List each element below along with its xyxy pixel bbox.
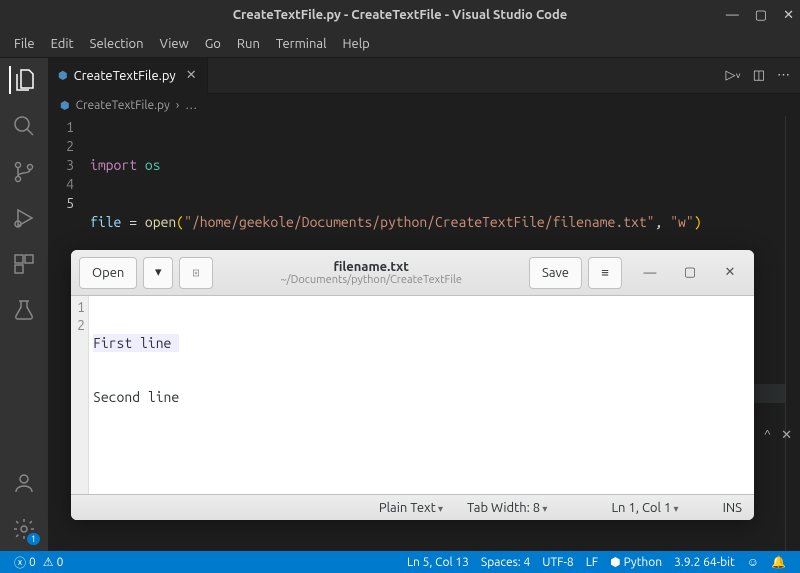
status-encoding[interactable]: UTF-8 — [536, 556, 579, 569]
gedit-text-view[interactable]: 1 2 First line Second line — [71, 296, 754, 494]
breadcrumb-file[interactable]: CreateTextFile.py — [76, 99, 170, 112]
warning-icon: ⚠ — [43, 555, 54, 569]
breadcrumb-more[interactable]: … — [185, 99, 197, 112]
gedit-maximize-button[interactable]: ▢ — [674, 259, 706, 287]
window-titlebar: CreateTextFile.py - CreateTextFile - Vis… — [0, 0, 800, 30]
gedit-line: First line — [93, 334, 179, 352]
menu-run[interactable]: Run — [229, 33, 268, 55]
status-errors[interactable]: ⓧ0 ⚠0 — [8, 554, 69, 571]
activity-settings[interactable]: 1 — [10, 515, 38, 543]
line-number: 1 — [48, 118, 74, 137]
gedit-save-button[interactable]: Save — [529, 257, 582, 289]
editor-actions: ▷˅ ◫ ⋯ — [725, 68, 800, 83]
menu-terminal[interactable]: Terminal — [268, 33, 335, 55]
gedit-gutter: 1 2 — [71, 296, 89, 494]
play-bug-icon — [12, 206, 36, 230]
vscode-status-bar: ⓧ0 ⚠0 Ln 5, Col 13 Spaces: 4 UTF-8 LF ⬢ … — [0, 551, 800, 573]
python-icon: ⬢ — [610, 555, 620, 569]
menu-edit[interactable]: Edit — [43, 33, 82, 55]
gedit-line: Second line — [93, 388, 179, 406]
gedit-header: Open ▾ filename.txt ~/Documents/python/C… — [71, 250, 754, 296]
gedit-close-button[interactable]: ✕ — [714, 259, 746, 287]
status-interpreter[interactable]: 3.9.2 64-bit — [668, 556, 741, 569]
activity-testing[interactable] — [10, 296, 38, 324]
gedit-subtitle: ~/Documents/python/CreateTextFile — [219, 274, 523, 286]
extensions-icon — [12, 252, 36, 276]
activity-account[interactable] — [10, 469, 38, 497]
menu-help[interactable]: Help — [334, 33, 377, 55]
activity-search[interactable] — [10, 112, 38, 140]
gedit-insert-mode[interactable]: INS — [723, 501, 742, 515]
panel-close-icon[interactable]: ✕ — [781, 428, 792, 443]
status-eol[interactable]: LF — [580, 556, 604, 569]
window-title: CreateTextFile.py - CreateTextFile - Vis… — [233, 8, 567, 22]
tab-bar: ⬢ CreateTextFile.py ✕ ▷˅ ◫ ⋯ — [48, 58, 800, 94]
gedit-open-button[interactable]: Open — [79, 257, 137, 289]
split-editor-button[interactable]: ◫ — [753, 68, 765, 83]
window-controls: — ▢ ✕ — [726, 8, 794, 23]
gedit-title: filename.txt — [219, 260, 523, 274]
error-icon: ⓧ — [14, 554, 26, 571]
settings-badge: 1 — [27, 533, 40, 545]
gedit-minimize-button[interactable]: — — [634, 259, 666, 287]
new-document-icon — [192, 266, 200, 280]
search-icon — [12, 114, 36, 138]
gedit-line-number: 1 — [71, 298, 85, 316]
status-feedback-icon[interactable]: ☺ — [741, 555, 765, 569]
status-cursor-position[interactable]: Ln 5, Col 13 — [401, 556, 475, 569]
menu-view[interactable]: View — [152, 33, 197, 55]
minimap[interactable] — [785, 116, 800, 551]
line-number: 4 — [48, 175, 74, 194]
menu-selection[interactable]: Selection — [82, 33, 152, 55]
python-icon: ⬢ — [58, 69, 68, 82]
gedit-text-content[interactable]: First line Second line — [89, 296, 183, 494]
activity-debug[interactable] — [10, 204, 38, 232]
gedit-open-dropdown[interactable]: ▾ — [143, 257, 173, 289]
activity-bar: 1 — [0, 58, 48, 551]
status-notifications-icon[interactable]: 🔔 — [765, 555, 792, 569]
line-number: 2 — [48, 137, 74, 156]
menu-file[interactable]: File — [6, 33, 43, 55]
gedit-new-button[interactable] — [179, 257, 213, 289]
activity-extensions[interactable] — [10, 250, 38, 278]
close-button[interactable]: ✕ — [783, 8, 794, 23]
gedit-window: Open ▾ filename.txt ~/Documents/python/C… — [71, 250, 754, 520]
tab-label: CreateTextFile.py — [74, 69, 176, 83]
gedit-line-number: 2 — [71, 316, 85, 334]
panel-chevron-up-icon[interactable]: ^ — [764, 428, 771, 442]
maximize-button[interactable]: ▢ — [755, 8, 767, 23]
branch-icon — [12, 160, 36, 184]
status-indent[interactable]: Spaces: 4 — [475, 556, 536, 569]
breadcrumb-sep: › — [176, 99, 179, 112]
activity-explorer[interactable] — [9, 66, 37, 94]
menu-go[interactable]: Go — [197, 33, 229, 55]
gedit-window-controls: — ▢ ✕ — [634, 259, 746, 287]
breadcrumb[interactable]: ⬢ CreateTextFile.py › … — [48, 94, 800, 116]
account-icon — [12, 471, 36, 495]
gedit-syntax-selector[interactable]: Plain Text — [379, 501, 443, 515]
minimize-button[interactable]: — — [726, 8, 739, 23]
line-number: 3 — [48, 156, 74, 175]
gedit-menu-button[interactable]: ≡ — [588, 257, 622, 289]
gedit-status-bar: Plain Text Tab Width: 8 Ln 1, Col 1 INS — [71, 494, 754, 520]
gedit-tabwidth-selector[interactable]: Tab Width: 8 — [467, 501, 547, 515]
activity-source-control[interactable] — [10, 158, 38, 186]
beaker-icon — [12, 298, 36, 322]
editor-more-button[interactable]: ⋯ — [777, 68, 790, 83]
menu-bar: File Edit Selection View Go Run Terminal… — [0, 30, 800, 58]
tab-close-icon[interactable]: ✕ — [186, 68, 197, 83]
status-language[interactable]: ⬢ Python — [604, 555, 668, 569]
gedit-title-area: filename.txt ~/Documents/python/CreateTe… — [219, 260, 523, 286]
run-button[interactable]: ▷˅ — [725, 68, 740, 83]
python-icon: ⬢ — [60, 99, 70, 112]
line-number: 5 — [48, 194, 74, 213]
gedit-cursor-position[interactable]: Ln 1, Col 1 — [611, 501, 678, 515]
tab-createtextfile[interactable]: ⬢ CreateTextFile.py ✕ — [48, 58, 208, 94]
files-icon — [13, 68, 37, 92]
